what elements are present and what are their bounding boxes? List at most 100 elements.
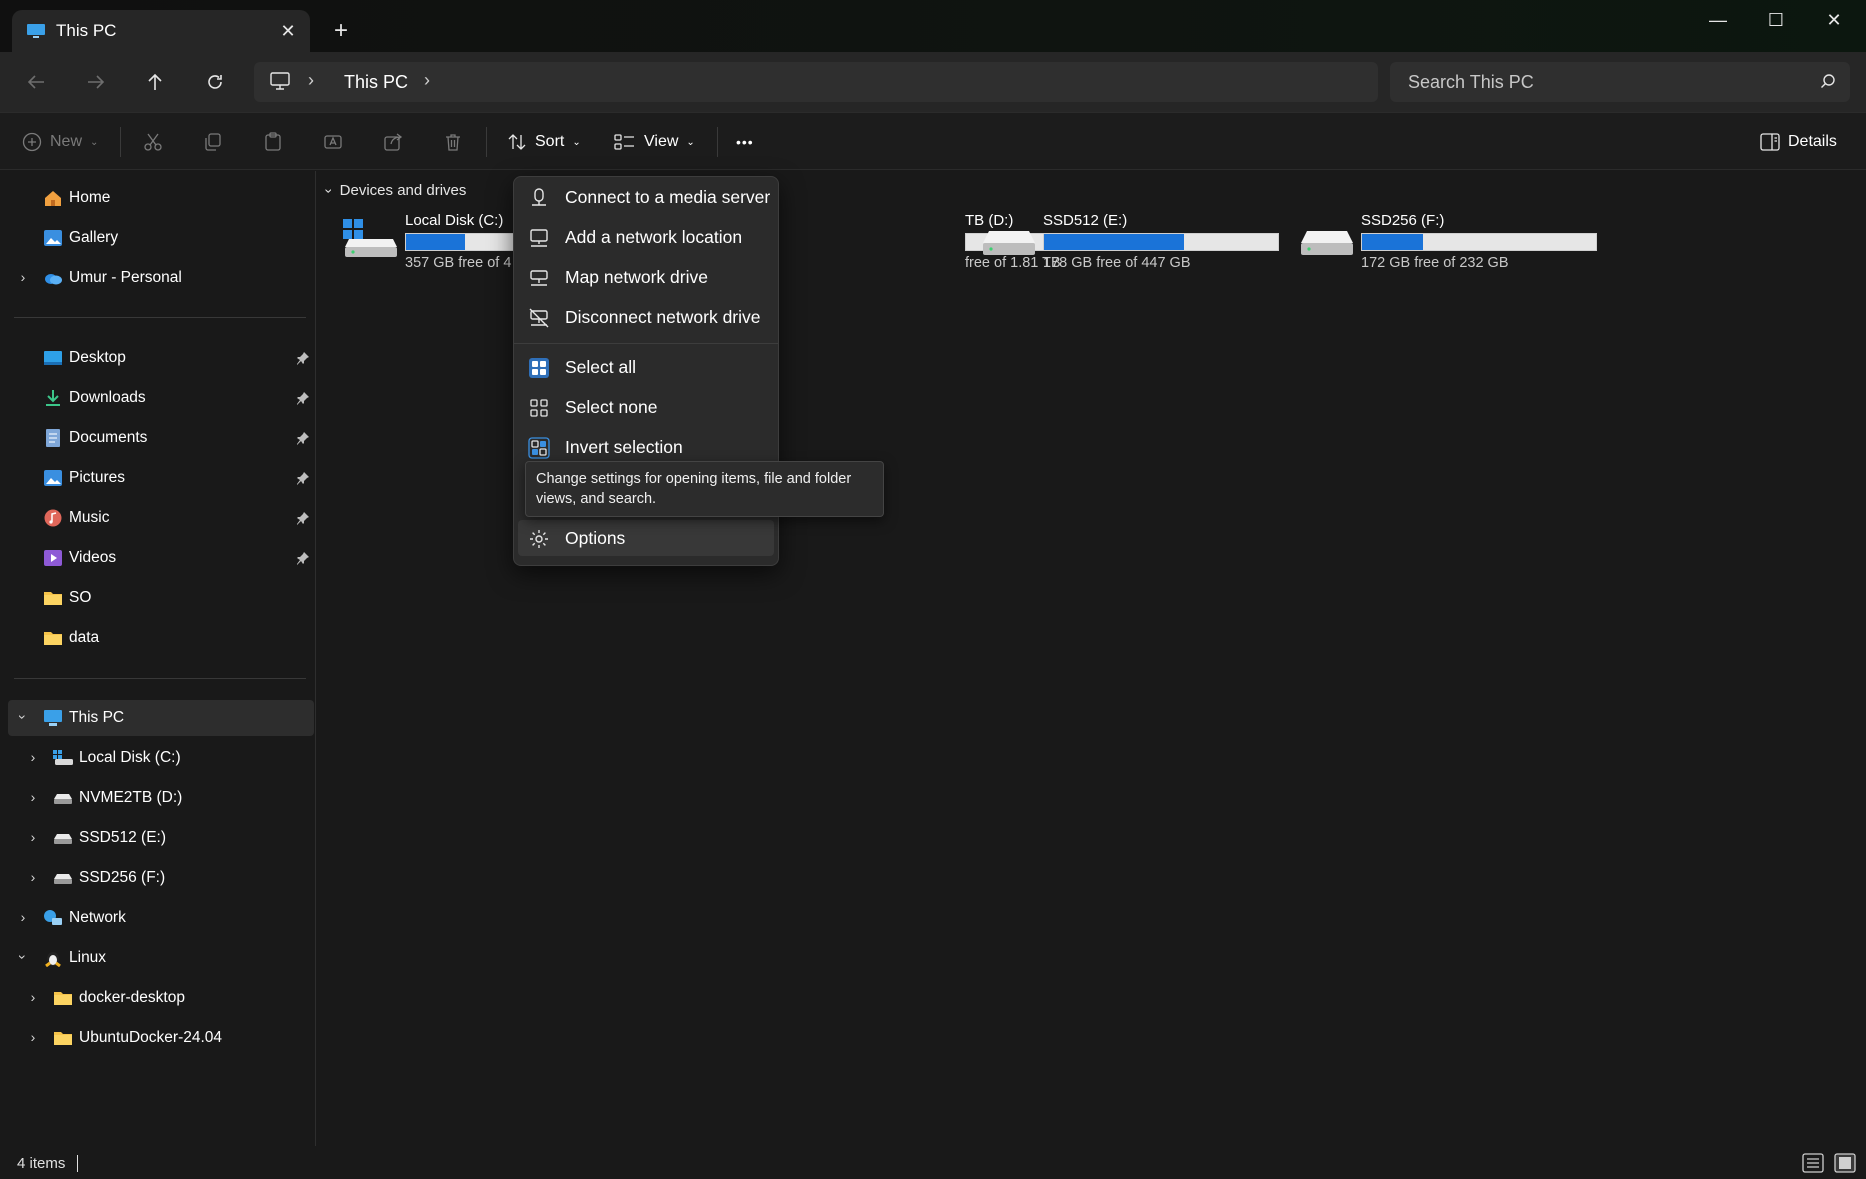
nav-label: SSD512 (E:) <box>79 829 167 846</box>
drive-tile-f[interactable]: SSD256 (F:) 172 GB free of 232 GB <box>1299 211 1609 271</box>
group-header[interactable]: › Devices and drives <box>321 182 466 199</box>
nav-label: Downloads <box>69 389 146 406</box>
nav-music[interactable]: Music <box>0 500 316 536</box>
nav-drive-f[interactable]: › SSD256 (F:) <box>0 860 316 896</box>
nav-folder-so[interactable]: SO <box>0 580 316 616</box>
nav-network[interactable]: › Network <box>0 900 316 936</box>
pin-icon[interactable] <box>296 551 310 565</box>
nav-videos[interactable]: Videos <box>0 540 316 576</box>
details-view-icon[interactable] <box>1802 1153 1824 1173</box>
chevron-right-icon[interactable]: › <box>26 990 40 1004</box>
nav-label: data <box>69 629 100 646</box>
chevron-right-icon[interactable]: › <box>16 270 30 284</box>
chevron-right-icon[interactable]: › <box>424 70 430 91</box>
nav-folder-data[interactable]: data <box>0 620 316 656</box>
sort-button[interactable]: Sort ⌄ <box>507 127 581 157</box>
forward-button[interactable] <box>78 66 114 98</box>
refresh-button[interactable] <box>197 66 233 98</box>
menu-item-disconnect-network-drive[interactable]: Disconnect network drive <box>518 299 774 335</box>
menu-item-invert-selection[interactable]: Invert selection <box>518 429 774 465</box>
drive-tile-e[interactable]: SSD512 (E:) 178 GB free of 447 GB <box>981 211 1291 271</box>
pin-icon[interactable] <box>296 351 310 365</box>
search-box[interactable]: Search This PC <box>1390 62 1850 102</box>
close-tab-button[interactable]: ✕ <box>276 19 300 43</box>
nav-documents[interactable]: Documents <box>0 420 316 456</box>
breadcrumb[interactable]: › This PC › <box>254 62 1378 102</box>
nav-label: docker-desktop <box>79 989 185 1006</box>
tab-title: This PC <box>56 21 117 40</box>
chevron-right-icon[interactable]: › <box>26 870 40 884</box>
nav-downloads[interactable]: Downloads <box>0 380 316 416</box>
rename-button[interactable] <box>323 127 343 157</box>
menu-item-select-all[interactable]: Select all <box>518 349 774 385</box>
chevron-right-icon[interactable]: › <box>26 830 40 844</box>
menu-item-add-network-location[interactable]: Add a network location <box>518 219 774 255</box>
chevron-right-icon[interactable]: › <box>26 790 40 804</box>
new-tab-button[interactable]: + <box>328 18 354 44</box>
close-window-button[interactable]: ✕ <box>1805 0 1863 40</box>
nav-pictures[interactable]: Pictures <box>0 460 316 496</box>
sort-label: Sort <box>535 133 565 150</box>
paste-button[interactable] <box>263 127 283 157</box>
pin-icon[interactable] <box>296 431 310 445</box>
chevron-right-icon[interactable]: › <box>26 1030 40 1044</box>
nav-drive-e[interactable]: › SSD512 (E:) <box>0 820 316 856</box>
menu-item-map-network-drive[interactable]: Map network drive <box>518 259 774 295</box>
pin-icon[interactable] <box>296 511 310 525</box>
nav-drive-c[interactable]: › Local Disk (C:) <box>0 740 316 776</box>
tab-this-pc[interactable]: This PC ✕ <box>12 10 310 52</box>
share-button[interactable] <box>383 127 403 157</box>
chevron-down-icon[interactable]: › <box>15 950 31 964</box>
home-icon <box>45 191 61 206</box>
windows-drive-icon <box>343 219 397 257</box>
nav-gallery[interactable]: Gallery <box>0 220 316 256</box>
menu-item-connect-media-server[interactable]: Connect to a media server <box>518 179 774 215</box>
search-input[interactable]: Search This PC <box>1408 72 1534 93</box>
nav-label: Home <box>69 189 111 206</box>
details-pane-icon <box>1760 133 1780 151</box>
copy-button[interactable] <box>203 127 223 157</box>
chevron-right-icon[interactable]: › <box>308 70 314 91</box>
nav-label: Local Disk (C:) <box>79 749 181 766</box>
nav-desktop[interactable]: Desktop <box>0 340 316 376</box>
new-button[interactable]: New ⌄ <box>22 127 98 157</box>
large-icons-view-icon[interactable] <box>1834 1153 1856 1173</box>
up-button[interactable] <box>137 66 173 98</box>
chevron-down-icon[interactable]: › <box>15 710 31 724</box>
select-none-icon <box>530 399 548 417</box>
back-button[interactable] <box>18 66 54 98</box>
pin-icon[interactable] <box>296 391 310 405</box>
breadcrumb-this-pc[interactable]: This PC <box>344 72 408 93</box>
drive-name: SSD512 (E:) <box>1043 212 1128 229</box>
nav-label: Videos <box>69 549 117 566</box>
nav-this-pc[interactable]: › This PC <box>8 700 314 736</box>
drive-usage-fill <box>406 234 465 250</box>
cut-button[interactable] <box>143 127 163 157</box>
pin-icon[interactable] <box>296 471 310 485</box>
nav-onedrive[interactable]: › Umur - Personal <box>0 260 316 296</box>
maximize-button[interactable]: ☐ <box>1747 0 1805 40</box>
nav-linux[interactable]: › Linux <box>0 940 316 976</box>
nav-ubuntudocker[interactable]: › UbuntuDocker-24.04 <box>0 1020 316 1056</box>
details-label: Details <box>1788 133 1837 150</box>
chevron-right-icon[interactable]: › <box>26 750 40 764</box>
computer-icon <box>270 72 290 90</box>
select-all-icon <box>529 358 549 378</box>
nav-docker-desktop[interactable]: › docker-desktop <box>0 980 316 1016</box>
chevron-down-icon[interactable]: › <box>321 188 337 193</box>
divider <box>120 127 121 157</box>
details-button[interactable]: Details <box>1760 127 1837 157</box>
status-divider <box>77 1155 78 1172</box>
minimize-button[interactable]: — <box>1689 0 1747 40</box>
chevron-right-icon[interactable]: › <box>16 910 30 924</box>
drive-usage-bar <box>1361 233 1597 251</box>
menu-item-select-none[interactable]: Select none <box>518 389 774 425</box>
more-options-button[interactable]: ••• <box>736 127 754 157</box>
nav-home[interactable]: Home <box>0 180 316 216</box>
menu-item-options[interactable]: Options <box>518 520 774 556</box>
nav-label: Umur - Personal <box>69 269 182 286</box>
nav-drive-d[interactable]: › NVME2TB (D:) <box>0 780 316 816</box>
title-bar: This PC ✕ + — ☐ ✕ <box>0 0 1866 52</box>
view-button[interactable]: View ⌄ <box>614 127 695 157</box>
delete-button[interactable] <box>443 127 463 157</box>
